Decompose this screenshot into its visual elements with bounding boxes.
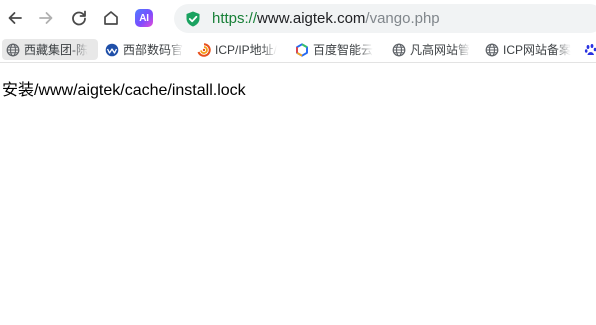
bookmark-label: ICP网站备案 [503, 43, 572, 57]
ai-icon: AI [135, 9, 153, 27]
bookmark-label: 凡高网站管 [410, 43, 471, 57]
globe-icon [485, 43, 499, 57]
baidu-cloud-icon [295, 42, 309, 57]
url-scheme: https:// [212, 9, 258, 27]
bookmark-item[interactable]: 西部数码官 [101, 39, 185, 60]
bookmark-item[interactable]: ICP/IP地址/ [193, 39, 285, 60]
url-path: /vango.php [365, 9, 440, 27]
bookmark-item[interactable]: 凡高网站管 [388, 39, 473, 60]
address-bar[interactable]: https://www.aigtek.com/vango.php [174, 4, 596, 33]
globe-icon [6, 43, 20, 57]
bookmark-label: ICP/IP地址/ [215, 43, 278, 57]
reload-button[interactable] [68, 7, 90, 29]
bookmark-item[interactable]: 百度智能云 [291, 39, 379, 60]
ai-assistant-button[interactable]: AI [133, 7, 155, 29]
back-arrow-icon [8, 12, 22, 24]
home-icon [104, 11, 118, 25]
browser-toolbar: AI https://www.aigtek.com/vango.php [0, 0, 596, 37]
bookmark-item[interactable] [580, 39, 596, 60]
bookmark-item[interactable]: 西藏集团-陈 [2, 39, 98, 60]
bookmark-label: 百度智能云 [313, 43, 374, 57]
home-button[interactable] [100, 7, 122, 29]
globe-icon [392, 43, 406, 57]
west-digital-icon [105, 43, 119, 57]
forward-arrow-icon [39, 12, 53, 24]
shield-check-icon [186, 11, 200, 26]
baidu-paw-icon [584, 43, 596, 57]
reload-icon [72, 10, 86, 26]
bookmark-label: 西部数码官 [123, 43, 184, 57]
bookmark-item[interactable]: ICP网站备案 [481, 39, 575, 60]
url-host: www.aigtek.com [257, 9, 366, 27]
forward-button[interactable] [35, 7, 57, 29]
bookmarks-bar: 西藏集团-陈 西部数码官 ICP/IP地址/ 百度智能云 凡高网站管 ICP网站… [0, 37, 596, 63]
page-body-text: 安装/www/aigtek/cache/install.lock [2, 82, 246, 99]
icp-swirl-icon [197, 42, 211, 57]
url-text[interactable]: https://www.aigtek.com/vango.php [212, 10, 440, 28]
bookmark-label: 西藏集团-陈 [24, 43, 88, 57]
back-button[interactable] [4, 7, 26, 29]
